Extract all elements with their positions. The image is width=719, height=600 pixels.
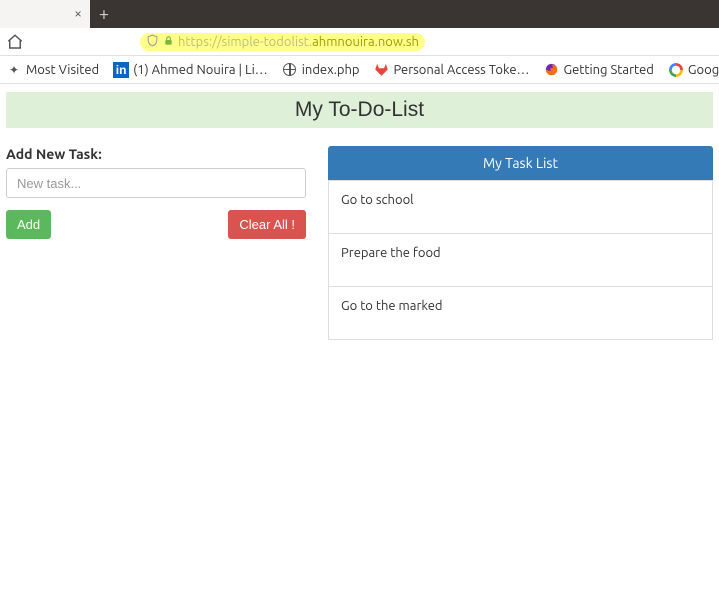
task-panel: My Task List Go to school Prepare the fo…: [328, 146, 713, 340]
google-icon: [668, 62, 684, 78]
task-panel-header: My Task List: [328, 146, 713, 180]
task-item[interactable]: Go to the marked: [328, 287, 713, 340]
task-text: Go to school: [341, 193, 414, 207]
tab-strip: × +: [0, 0, 719, 28]
task-item[interactable]: Go to school: [328, 180, 713, 234]
firefox-icon: [543, 62, 559, 78]
clear-button[interactable]: Clear All !: [228, 210, 306, 239]
bookmark-label: Getting Started: [563, 63, 653, 77]
task-item[interactable]: Prepare the food: [328, 234, 713, 287]
close-tab-icon[interactable]: ×: [74, 6, 82, 20]
add-task-label: Add New Task:: [6, 146, 306, 162]
new-task-input[interactable]: [6, 168, 306, 198]
linkedin-icon: in: [113, 62, 129, 78]
bookmark-index-php[interactable]: index.php: [282, 62, 360, 78]
bookmarks-bar: ✦ Most Visited in (1) Ahmed Nouira | Li……: [0, 56, 719, 84]
shield-icon: [146, 34, 159, 50]
new-tab-button[interactable]: +: [90, 0, 118, 28]
bookmark-label: (1) Ahmed Nouira | Li…: [133, 63, 268, 77]
task-text: Prepare the food: [341, 246, 441, 260]
lock-icon: [163, 35, 174, 49]
star-icon: ✦: [6, 62, 22, 78]
bookmark-label: Most Visited: [26, 63, 99, 77]
browser-tab[interactable]: ×: [0, 0, 90, 28]
bookmark-getting-started[interactable]: Getting Started: [543, 62, 653, 78]
bookmark-label: Google: [688, 63, 719, 77]
bookmark-most-visited[interactable]: ✦ Most Visited: [6, 62, 99, 78]
globe-icon: [282, 62, 298, 78]
home-button[interactable]: [6, 33, 24, 51]
bookmark-google[interactable]: Google: [668, 62, 719, 78]
bookmark-label: index.php: [302, 63, 360, 77]
bookmark-linkedin[interactable]: in (1) Ahmed Nouira | Li…: [113, 62, 268, 78]
page-title: My To-Do-List: [6, 92, 713, 128]
gitlab-icon: [374, 62, 390, 78]
task-text: Go to the marked: [341, 299, 443, 313]
url-bar[interactable]: https://simple-todolist.ahmnouira.now.sh: [140, 33, 425, 51]
url-text: https://simple-todolist.ahmnouira.now.sh: [178, 35, 419, 49]
page-content: My To-Do-List Add New Task: Add Clear Al…: [0, 84, 719, 340]
bookmark-label: Personal Access Toke…: [394, 63, 530, 77]
bookmark-pat[interactable]: Personal Access Toke…: [374, 62, 530, 78]
add-button[interactable]: Add: [6, 210, 51, 239]
add-task-form: Add New Task: Add Clear All !: [6, 146, 306, 239]
address-bar: https://simple-todolist.ahmnouira.now.sh: [0, 28, 719, 56]
